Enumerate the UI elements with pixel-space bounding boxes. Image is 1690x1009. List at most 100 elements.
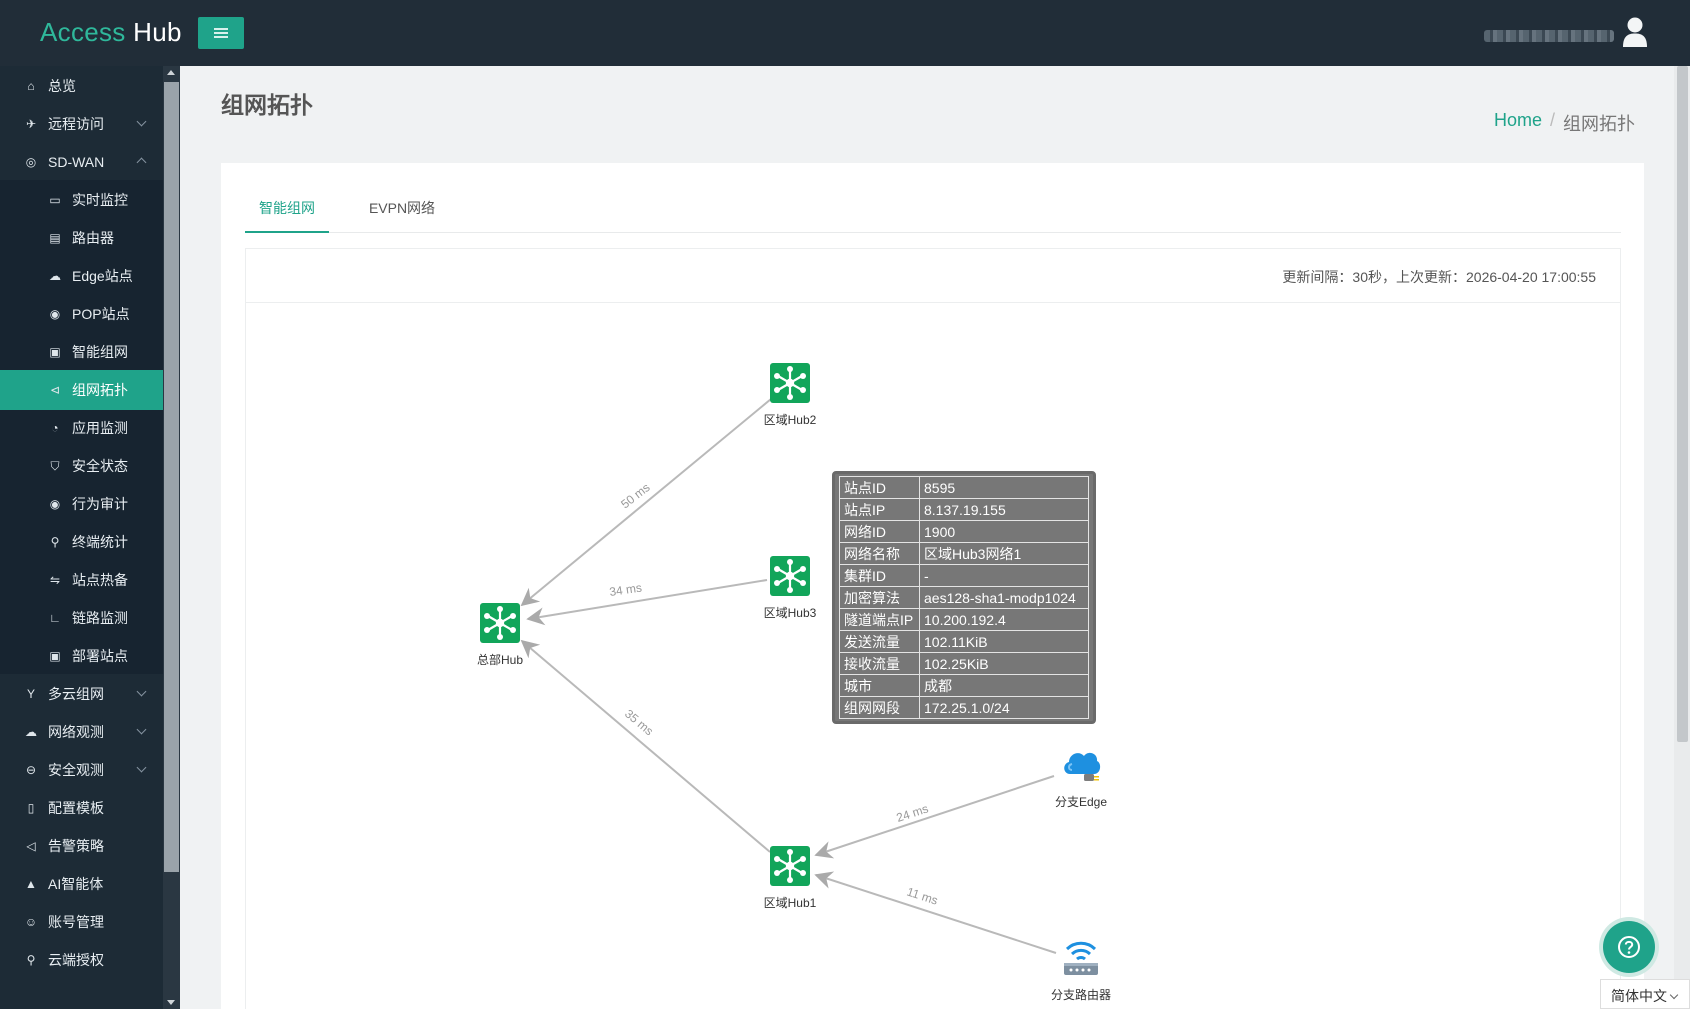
help-button[interactable] (1603, 921, 1655, 973)
sidebar-item-behavior-audit[interactable]: ◉ 行为审计 (0, 484, 163, 524)
sidebar-item-security-status[interactable]: ⛉ 安全状态 (0, 446, 163, 486)
tooltip-key: 隧道端点IP (839, 608, 920, 631)
tooltip-key: 站点IP (839, 498, 920, 521)
tooltip-row: 站点IP 8.137.19.155 (839, 498, 1089, 521)
fork-icon: Y (26, 687, 35, 701)
shield-icon: ⛉ (50, 458, 60, 473)
username-label[interactable] (1484, 30, 1614, 42)
sidebar-item-alert-policy[interactable]: ◁ 告警策略 (0, 826, 163, 866)
sidebar-item-link-monitor[interactable]: ∟ 链路监测 (0, 598, 163, 638)
key-icon: ⚲ (26, 953, 36, 967)
breadcrumb: Home / 组网拓扑 (1494, 110, 1635, 136)
sidebar-item-label: 部署站点 (72, 648, 128, 664)
chevron-down-icon (136, 116, 147, 127)
node-label: 区域Hub1 (763, 896, 817, 910)
user-avatar-icon[interactable] (1622, 16, 1648, 48)
sidebar-item-label: 云端授权 (48, 952, 104, 968)
chevron-down-icon (136, 724, 147, 735)
cloud-icon: ☁ (25, 725, 37, 739)
scroll-up-icon[interactable] (167, 70, 175, 75)
sidebar-scroll-thumb[interactable] (164, 82, 179, 872)
node-region-hub3[interactable]: 区域Hub3 (735, 555, 845, 621)
sidebar-item-security-observe[interactable]: ⊖ 安全观测 (0, 750, 163, 790)
node-hq-hub[interactable]: 总部Hub (445, 602, 555, 668)
language-select[interactable]: 简体中文 (1600, 979, 1690, 1009)
page-scroll-thumb[interactable] (1677, 66, 1688, 742)
page-scrollbar[interactable] (1674, 66, 1690, 1009)
tab-smart-network[interactable]: 智能组网 (245, 183, 329, 233)
sidebar-item-sdwan[interactable]: ◎ SD-WAN (0, 142, 163, 182)
sidebar-item-label: SD-WAN (48, 154, 105, 170)
sidebar-item-multicloud[interactable]: Y 多云组网 (0, 674, 163, 714)
chevron-down-icon (1669, 990, 1679, 1000)
tab-bar: 智能组网 EVPN网络 (245, 183, 1621, 233)
scroll-down-icon[interactable] (167, 1000, 175, 1005)
lock-icon: ▣ (49, 345, 61, 359)
sidebar-item-label: 远程访问 (48, 116, 104, 132)
tooltip-key: 网络名称 (839, 542, 920, 565)
chevron-down-icon (136, 686, 147, 697)
sidebar-item-label: 行为审计 (72, 496, 128, 512)
pie-chart-icon: ◔ (51, 421, 59, 435)
sidebar-item-smart-network[interactable]: ▣ 智能组网 (0, 332, 163, 372)
node-branch-router[interactable]: 分支路由器 (1026, 937, 1136, 1003)
tooltip-value: 区域Hub3网络1 (919, 542, 1089, 565)
tooltip-key: 加密算法 (839, 586, 920, 609)
sidebar: ⌂ 总览 ✈ 远程访问 ◎ SD-WAN ▭ 实时监控 ▤ 路由器 ☁ Edge站点 ◉ POP站点 ▣ 智能… (0, 66, 163, 1009)
question-icon (1618, 936, 1640, 958)
sidebar-item-label: 网络观测 (48, 724, 104, 740)
sidebar-item-cloud-license[interactable]: ⚲ 云端授权 (0, 940, 163, 980)
update-info: 更新间隔：30秒，上次更新：2026-04-20 17:00:55 (1282, 269, 1596, 285)
sidebar-item-remote-access[interactable]: ✈ 远程访问 (0, 104, 163, 144)
sidebar-item-label: 组网拓扑 (72, 382, 128, 398)
tooltip-key: 组网网段 (839, 696, 920, 719)
router-icon: ▤ (49, 231, 61, 245)
tab-evpn-network[interactable]: EVPN网络 (357, 183, 447, 233)
globe-icon: ◎ (25, 155, 37, 169)
sidebar-item-edge-sites[interactable]: ☁ Edge站点 (0, 256, 163, 296)
menu-toggle-button[interactable] (198, 17, 244, 49)
sidebar-item-site-hot-standby[interactable]: ⇋ 站点热备 (0, 560, 163, 600)
tooltip-row: 集群ID - (839, 564, 1089, 587)
users-icon: ☺ (24, 915, 38, 929)
sidebar-item-label: 应用监测 (72, 420, 128, 436)
file-icon: ▯ (27, 801, 35, 815)
sidebar-item-config-template[interactable]: ▯ 配置模板 (0, 788, 163, 828)
tooltip-value: - (919, 564, 1089, 587)
node-region-hub1[interactable]: 区域Hub1 (735, 845, 845, 911)
sidebar-item-terminal-stats[interactable]: ⚲ 终端统计 (0, 522, 163, 562)
sidebar-item-pop-sites[interactable]: ◉ POP站点 (0, 294, 163, 334)
node-branch-edge[interactable]: 分支Edge (1026, 744, 1136, 810)
node-region-hub2[interactable]: 区域Hub2 (735, 362, 845, 428)
breadcrumb-home-link[interactable]: Home (1494, 110, 1542, 136)
sidebar-item-label: 总览 (48, 78, 76, 94)
sidebar-item-topology[interactable]: ⊲ 组网拓扑 (0, 370, 163, 410)
tooltip-value: 8595 (919, 476, 1089, 499)
sidebar-item-network-observe[interactable]: ☁ 网络观测 (0, 712, 163, 752)
node-label: 总部Hub (476, 653, 523, 667)
tooltip-row: 接收流量 102.25KiB (839, 652, 1089, 675)
sidebar-item-app-monitor[interactable]: ◔ 应用监测 (0, 408, 163, 448)
tooltip-value: 成都 (919, 674, 1089, 697)
sidebar-scrollbar[interactable] (163, 66, 180, 1009)
sidebar-item-label: 安全观测 (48, 762, 104, 778)
sidebar-item-router[interactable]: ▤ 路由器 (0, 218, 163, 258)
sidebar-item-overview[interactable]: ⌂ 总览 (0, 66, 163, 106)
sidebar-item-deploy-sites[interactable]: ▣ 部署站点 (0, 636, 163, 676)
tooltip-key: 集群ID (839, 564, 920, 587)
tooltip-row: 隧道端点IP 10.200.192.4 (839, 608, 1089, 631)
ai-icon: ▲ (25, 877, 37, 891)
sidebar-item-realtime-monitor[interactable]: ▭ 实时监控 (0, 180, 163, 220)
app-logo[interactable]: Access Hub (40, 17, 182, 48)
hub-icon (770, 363, 810, 403)
sidebar-item-account[interactable]: ☺ 账号管理 (0, 902, 163, 942)
hub-icon (770, 846, 810, 886)
breadcrumb-current: 组网拓扑 (1563, 114, 1635, 134)
line-chart-icon: ∟ (49, 611, 61, 625)
tooltip-row: 网络ID 1900 (839, 520, 1089, 543)
tooltip-row: 加密算法 aes128-sha1-modp1024 (839, 586, 1089, 609)
minus-circle-icon: ⊖ (25, 763, 37, 777)
sidebar-item-label: 路由器 (72, 230, 114, 246)
sidebar-item-ai-agent[interactable]: ▲ AI智能体 (0, 864, 163, 904)
node-label: 分支Edge (1054, 795, 1108, 809)
